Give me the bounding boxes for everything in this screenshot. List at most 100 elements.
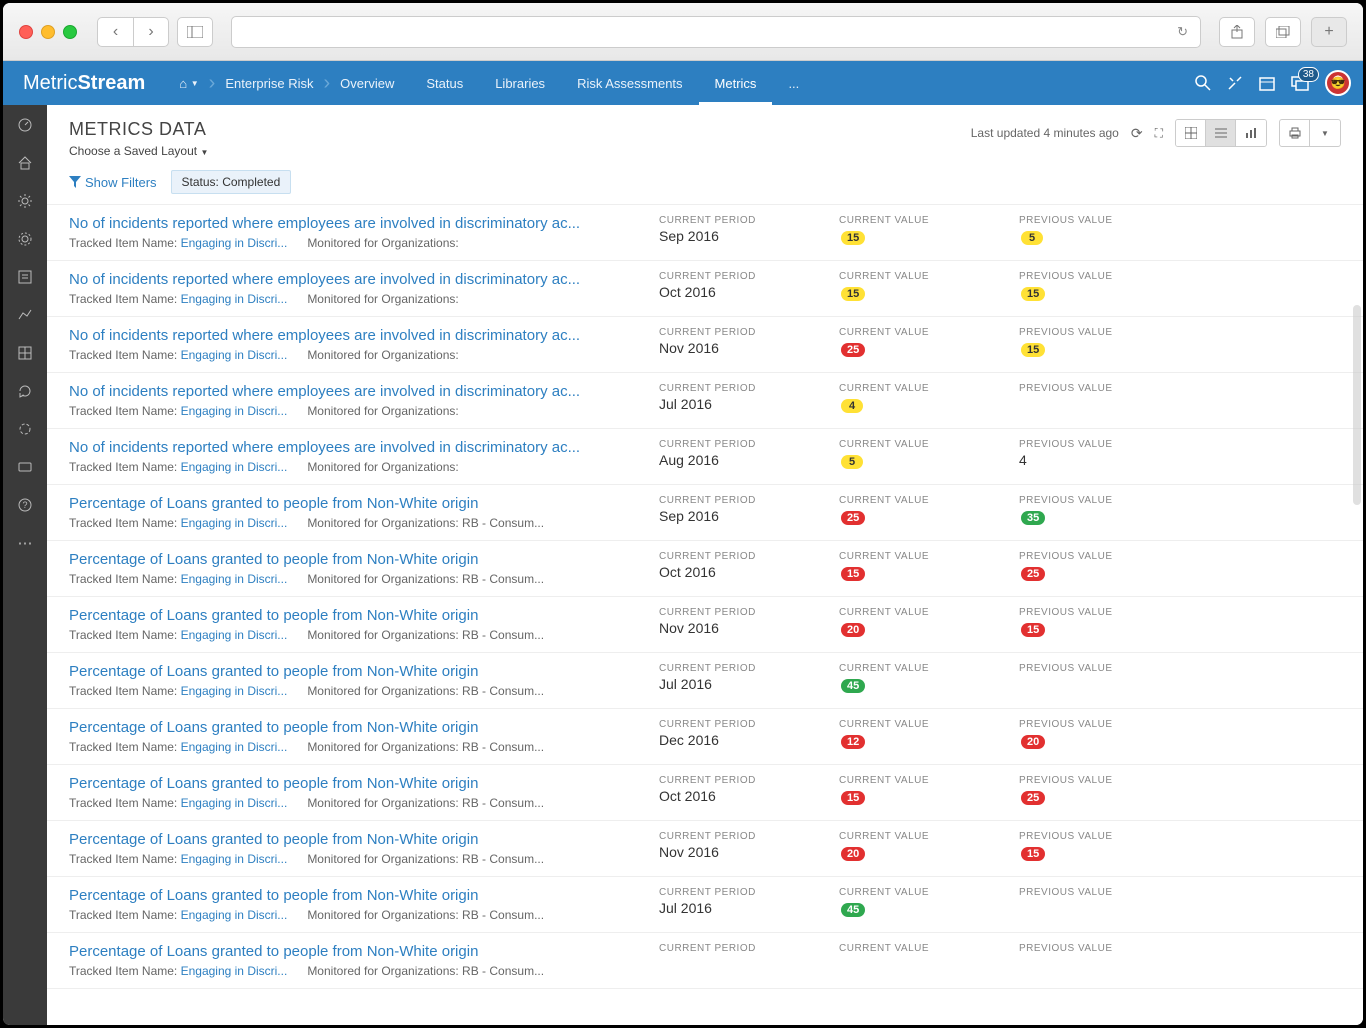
breadcrumb-metrics[interactable]: Metrics — [699, 61, 773, 105]
breadcrumb-more[interactable]: ... — [772, 61, 815, 105]
tracked-item-link[interactable]: Engaging in Discri... — [181, 796, 288, 810]
sb-card-icon[interactable] — [15, 457, 35, 477]
search-icon[interactable] — [1195, 75, 1211, 91]
metric-title-link[interactable]: Percentage of Loans granted to people fr… — [69, 943, 649, 960]
breadcrumb-overview[interactable]: Overview — [324, 61, 410, 105]
list-item[interactable]: Percentage of Loans granted to people fr… — [47, 485, 1363, 541]
back-button[interactable]: ‹ — [97, 17, 133, 47]
list-item[interactable]: Percentage of Loans granted to people fr… — [47, 653, 1363, 709]
tracked-item-label: Tracked Item Name: Engaging in Discri... — [69, 292, 287, 306]
metric-title-link[interactable]: No of incidents reported where employees… — [69, 439, 649, 456]
tracked-item-link[interactable]: Engaging in Discri... — [181, 684, 288, 698]
tracked-item-link[interactable]: Engaging in Discri... — [181, 964, 288, 978]
breadcrumb-home[interactable]: ⌂ ▼ — [163, 61, 214, 105]
metric-title-link[interactable]: No of incidents reported where employees… — [69, 327, 649, 344]
minimize-window-icon[interactable] — [41, 25, 55, 39]
current-value-label: CURRENT VALUE — [839, 607, 1019, 618]
tabs-button[interactable] — [1265, 17, 1301, 47]
tracked-item-link[interactable]: Engaging in Discri... — [181, 348, 288, 362]
breadcrumb-status[interactable]: Status — [410, 61, 479, 105]
sb-settings-icon[interactable] — [15, 191, 35, 211]
tracked-item-link[interactable]: Engaging in Discri... — [181, 236, 288, 250]
sb-more-icon[interactable]: ⋯ — [15, 533, 35, 553]
close-window-icon[interactable] — [19, 25, 33, 39]
metric-title-link[interactable]: Percentage of Loans granted to people fr… — [69, 831, 649, 848]
tracked-item-link[interactable]: Engaging in Discri... — [181, 852, 288, 866]
current-value-value: 5 — [839, 452, 1019, 469]
sb-report-icon[interactable] — [15, 267, 35, 287]
list-item[interactable]: No of incidents reported where employees… — [47, 429, 1363, 485]
metric-title-link[interactable]: Percentage of Loans granted to people fr… — [69, 663, 649, 680]
filter-chip-status[interactable]: Status: Completed — [171, 170, 292, 194]
tracked-item-link[interactable]: Engaging in Discri... — [181, 292, 288, 306]
sb-dashboard-icon[interactable] — [15, 115, 35, 135]
saved-layout-dropdown[interactable]: Choose a Saved Layout ▼ — [69, 144, 208, 158]
list-item[interactable]: Percentage of Loans granted to people fr… — [47, 597, 1363, 653]
sb-home-icon[interactable] — [15, 153, 35, 173]
sb-cog-icon[interactable] — [15, 229, 35, 249]
metric-title-link[interactable]: Percentage of Loans granted to people fr… — [69, 495, 649, 512]
list-item[interactable]: No of incidents reported where employees… — [47, 205, 1363, 261]
sb-chart-icon[interactable] — [15, 305, 35, 325]
breadcrumb-libraries[interactable]: Libraries — [479, 61, 561, 105]
tracked-item-link[interactable]: Engaging in Discri... — [181, 908, 288, 922]
breadcrumb-enterprise-risk[interactable]: Enterprise Risk — [209, 61, 329, 105]
calendar-icon[interactable] — [1259, 75, 1275, 91]
main-content: METRICS DATA Choose a Saved Layout ▼ Las… — [47, 105, 1363, 1025]
sidebar-toggle-button[interactable] — [177, 17, 213, 47]
tracked-item-link[interactable]: Engaging in Discri... — [181, 572, 288, 586]
metric-title-link[interactable]: No of incidents reported where employees… — [69, 383, 649, 400]
grid-view-button[interactable] — [1176, 120, 1206, 146]
refresh-icon[interactable]: ⟳ — [1131, 125, 1143, 142]
sb-refresh-icon[interactable] — [15, 381, 35, 401]
share-button[interactable] — [1219, 17, 1255, 47]
metric-title-link[interactable]: Percentage of Loans granted to people fr… — [69, 887, 649, 904]
tracked-item-link[interactable]: Engaging in Discri... — [181, 404, 288, 418]
print-button[interactable] — [1280, 120, 1310, 146]
sb-help-icon[interactable]: ? — [15, 495, 35, 515]
breadcrumb-risk-assessments[interactable]: Risk Assessments — [561, 61, 698, 105]
list-item[interactable]: No of incidents reported where employees… — [47, 261, 1363, 317]
list-item[interactable]: Percentage of Loans granted to people fr… — [47, 933, 1363, 989]
metric-title-link[interactable]: Percentage of Loans granted to people fr… — [69, 719, 649, 736]
notifications-icon[interactable]: 38 — [1291, 75, 1309, 91]
metric-title-link[interactable]: Percentage of Loans granted to people fr… — [69, 551, 649, 568]
list-item[interactable]: Percentage of Loans granted to people fr… — [47, 821, 1363, 877]
value-pill: 5 — [1021, 231, 1043, 245]
app-logo[interactable]: MetricStream — [15, 72, 163, 95]
list-item[interactable]: Percentage of Loans granted to people fr… — [47, 765, 1363, 821]
forward-button[interactable]: › — [133, 17, 169, 47]
list-item[interactable]: Percentage of Loans granted to people fr… — [47, 541, 1363, 597]
address-bar[interactable]: ↻ — [231, 16, 1201, 48]
metric-title-link[interactable]: No of incidents reported where employees… — [69, 271, 649, 288]
new-tab-button[interactable]: + — [1311, 17, 1347, 47]
list-item[interactable]: Percentage of Loans granted to people fr… — [47, 877, 1363, 933]
sb-loop-icon[interactable] — [15, 419, 35, 439]
maximize-window-icon[interactable] — [63, 25, 77, 39]
list-item[interactable]: Percentage of Loans granted to people fr… — [47, 709, 1363, 765]
sb-grid-icon[interactable] — [15, 343, 35, 363]
tracked-item-link[interactable]: Engaging in Discri... — [181, 516, 288, 530]
tracked-item-link[interactable]: Engaging in Discri... — [181, 628, 288, 642]
print-dropdown-toggle[interactable]: ▼ — [1310, 120, 1340, 146]
metric-title-link[interactable]: Percentage of Loans granted to people fr… — [69, 607, 649, 624]
list-view-button[interactable] — [1206, 120, 1236, 146]
metric-title-link[interactable]: Percentage of Loans granted to people fr… — [69, 775, 649, 792]
list-item[interactable]: No of incidents reported where employees… — [47, 373, 1363, 429]
tracked-item-link[interactable]: Engaging in Discri... — [181, 740, 288, 754]
chart-view-button[interactable] — [1236, 120, 1266, 146]
list-item[interactable]: No of incidents reported where employees… — [47, 317, 1363, 373]
value-pill: 25 — [841, 511, 865, 525]
tracked-item-label: Tracked Item Name: Engaging in Discri... — [69, 740, 287, 754]
scrollbar[interactable] — [1353, 305, 1361, 505]
svg-text:?: ? — [22, 500, 27, 510]
show-filters-toggle[interactable]: Show Filters — [69, 175, 157, 190]
current-value-label: CURRENT VALUE — [839, 943, 1019, 954]
user-avatar[interactable]: 😎 — [1325, 70, 1351, 96]
tools-icon[interactable] — [1227, 75, 1243, 91]
reload-icon[interactable]: ↻ — [1177, 24, 1188, 40]
metrics-list[interactable]: No of incidents reported where employees… — [47, 204, 1363, 1025]
fullscreen-icon[interactable]: ⛶ — [1155, 126, 1163, 141]
metric-title-link[interactable]: No of incidents reported where employees… — [69, 215, 649, 232]
tracked-item-link[interactable]: Engaging in Discri... — [181, 460, 288, 474]
